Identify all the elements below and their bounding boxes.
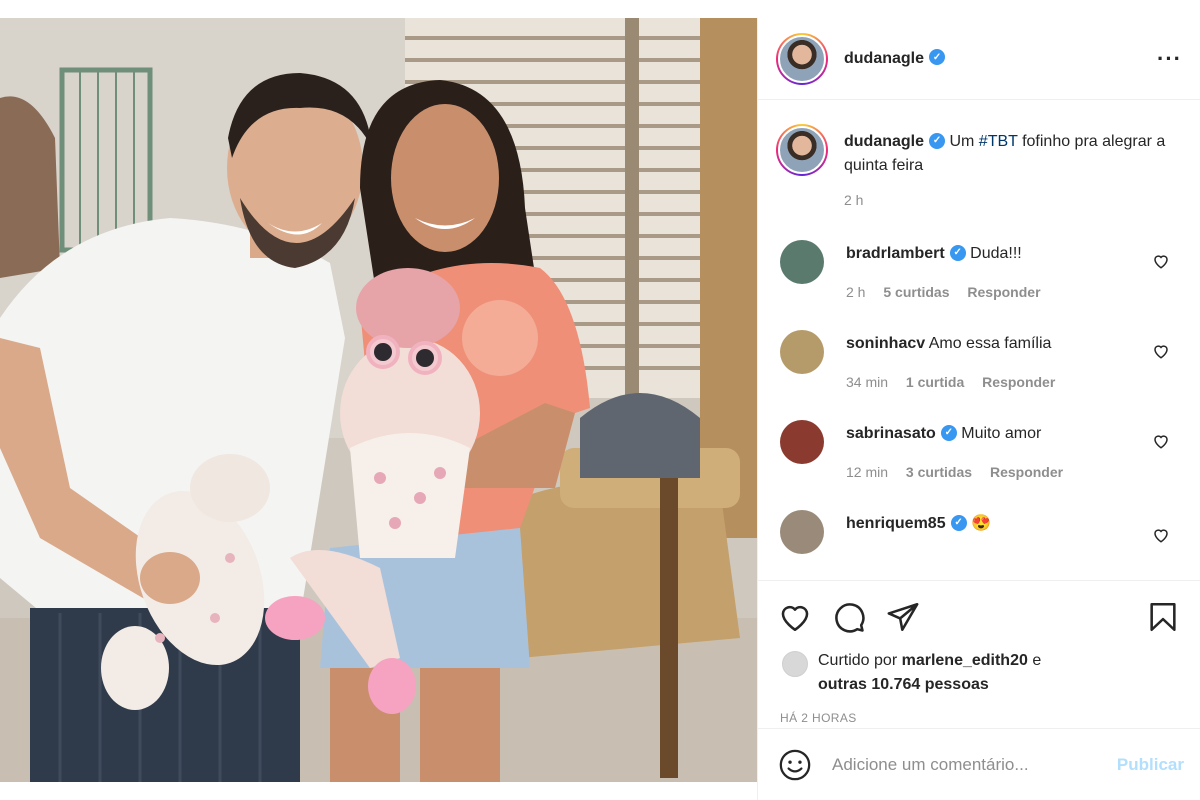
verified-badge-icon: ✓ (950, 514, 967, 531)
comment-reply-button[interactable]: Responder (990, 464, 1063, 480)
comment-item: henriquem85 ✓ 😍 (758, 508, 1200, 554)
comment-text: Duda!!! (970, 245, 1022, 262)
comment-reply-button[interactable]: Responder (982, 374, 1055, 390)
comment-item: soninhacv✓ Amo essa família 34 min 1 cur… (758, 328, 1200, 394)
likes-conjunction: e (1027, 652, 1042, 669)
liker-username-link[interactable]: marlene_edith20 (902, 652, 1028, 669)
post-timestamp[interactable]: HÁ 2 HORAS (758, 697, 1200, 725)
action-icons-row (758, 581, 1200, 637)
save-bookmark-icon[interactable] (1146, 600, 1180, 634)
caption-hashtag-link[interactable]: #TBT (979, 133, 1018, 150)
likes-prefix: Curtido por (818, 652, 902, 669)
comment-time: 2 h (846, 284, 866, 300)
emoji-icon[interactable] (778, 748, 812, 782)
likes-summary: Curtido por marlene_edith20 e outras 10.… (758, 637, 1200, 697)
comment-bubble-icon[interactable] (832, 600, 866, 634)
author-avatar[interactable] (776, 32, 828, 85)
caption-text-before: Um (949, 133, 979, 150)
comment-username[interactable]: henriquem85 (846, 515, 946, 532)
comment-time: 12 min (846, 464, 889, 480)
comment-username[interactable]: soninhacv (846, 335, 925, 352)
comment-likes-link[interactable]: 5 curtidas (883, 284, 949, 300)
comment-text: Amo essa família (928, 335, 1052, 352)
liker-avatar[interactable] (782, 651, 808, 677)
verified-badge-icon: ✓ (929, 132, 946, 149)
verified-badge-icon: ✓ (929, 49, 946, 66)
comment-username[interactable]: bradrlambert (846, 245, 945, 262)
comment-avatar[interactable] (780, 510, 824, 554)
share-paper-plane-icon[interactable] (886, 600, 920, 634)
comment-time: 34 min (846, 374, 889, 390)
verified-badge-icon: ✓ (940, 424, 957, 441)
comment-avatar[interactable] (780, 420, 824, 464)
author-username-text[interactable]: dudanagle (844, 50, 924, 67)
comment-username[interactable]: sabrinasato (846, 425, 936, 442)
comments-list[interactable]: dudanagle ✓ Um #TBT fofinho pra alegrar a… (758, 100, 1200, 580)
comment-avatar[interactable] (780, 330, 824, 374)
comment-item: bradrlambert ✓ Duda!!! 2 h 5 curtidas Res… (758, 238, 1200, 304)
likes-others-link[interactable]: outras 10.764 pessoas (818, 676, 989, 693)
comment-text: 😍 (971, 515, 991, 532)
post-caption: dudanagle ✓ Um #TBT fofinho pra alegrar a… (758, 100, 1200, 212)
more-options-icon[interactable]: ··· (1157, 46, 1182, 72)
comment-item: sabrinasato ✓ Muito amor 12 min 3 curtida… (758, 418, 1200, 484)
like-heart-icon[interactable] (778, 600, 812, 634)
comment-likes-link[interactable]: 3 curtidas (906, 464, 972, 480)
post-side-panel: dudanagle ✓ ··· dudanagle ✓ Um #TBT fofinh… (757, 18, 1200, 800)
comment-text: Muito amor (961, 425, 1042, 442)
comment-avatar[interactable] (780, 240, 824, 284)
comment-reply-button[interactable]: Responder (967, 284, 1040, 300)
add-comment-bar: Publicar (758, 728, 1200, 800)
author-username[interactable]: dudanagle ✓ (844, 49, 946, 68)
verified-badge-icon: ✓ (949, 244, 966, 261)
caption-time: 2 h (844, 192, 864, 208)
comment-input[interactable] (832, 754, 1117, 775)
post-photo-illustration (0, 18, 757, 782)
caption-username[interactable]: dudanagle (844, 133, 924, 150)
comment-like-heart-icon[interactable] (1152, 432, 1170, 450)
comment-like-heart-icon[interactable] (1152, 342, 1170, 360)
publish-button[interactable]: Publicar (1117, 755, 1184, 775)
comment-likes-link[interactable]: 1 curtida (906, 374, 964, 390)
comment-like-heart-icon[interactable] (1152, 526, 1170, 544)
caption-avatar[interactable] (776, 124, 828, 176)
comment-like-heart-icon[interactable] (1152, 252, 1170, 270)
post-photo[interactable] (0, 18, 757, 782)
post-header: dudanagle ✓ ··· (758, 18, 1200, 100)
